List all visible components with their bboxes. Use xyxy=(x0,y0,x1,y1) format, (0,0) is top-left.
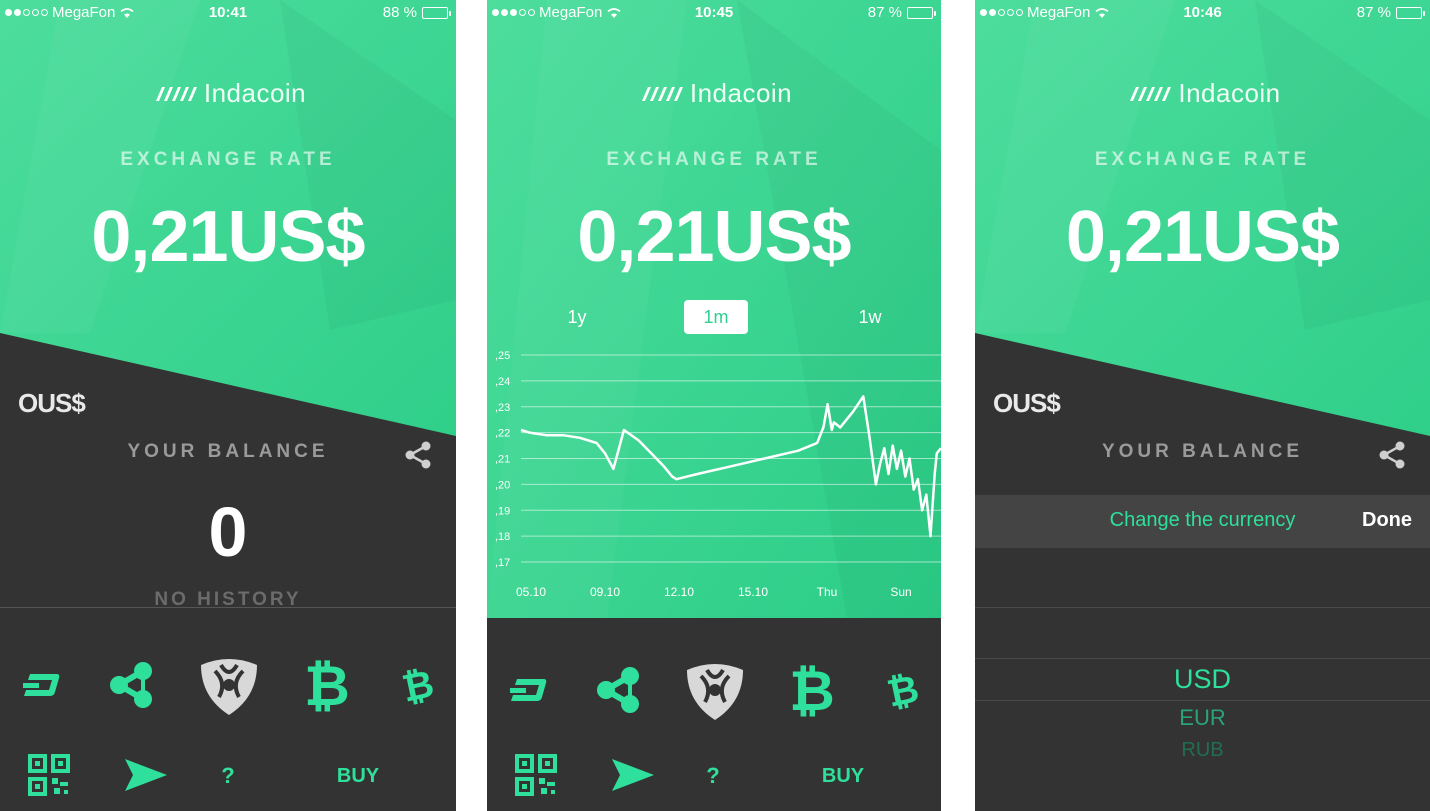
y-tick-label: ,25 xyxy=(495,350,510,362)
battery: 87 % xyxy=(1356,4,1425,21)
app-logo: Indacoin xyxy=(975,78,1430,109)
bitcoin-icon[interactable]: ₿ xyxy=(302,654,352,716)
dash-icon[interactable] xyxy=(505,665,551,715)
app-logo: Indacoin xyxy=(0,78,456,109)
x-tick-label: 12.10 xyxy=(664,585,694,599)
divider xyxy=(0,607,456,608)
battery-icon xyxy=(422,6,451,19)
buy-button[interactable]: BUY xyxy=(318,761,398,791)
y-tick-label: ,21 xyxy=(495,454,510,466)
indacoin-logo-icon xyxy=(155,86,197,101)
currency-partial-label: OUS$ xyxy=(993,388,1061,418)
y-tick-label: ,18 xyxy=(495,531,510,543)
x-tick-label: Thu xyxy=(817,585,838,599)
coin-selector: ₿ ₿ xyxy=(0,652,456,718)
exchange-rate-label: EXCHANGE RATE xyxy=(120,149,336,170)
qr-code-icon[interactable] xyxy=(26,753,72,797)
y-tick-label: ,20 xyxy=(495,479,510,491)
send-icon[interactable] xyxy=(122,757,170,793)
bitcoin-cash-icon[interactable]: ₿ xyxy=(883,669,923,713)
divider xyxy=(975,607,1430,608)
share-icon[interactable] xyxy=(404,440,432,470)
battery-percent: 87 % xyxy=(867,4,902,21)
exchange-rate-value: 0,21US$ xyxy=(577,197,851,277)
ripple-icon[interactable] xyxy=(104,658,158,712)
rate-series-line xyxy=(520,395,941,538)
coin-selector: ₿ ₿ xyxy=(487,657,941,723)
app-name: Indacoin xyxy=(203,78,307,108)
battery-icon xyxy=(1396,6,1425,19)
battery-icon xyxy=(907,6,936,19)
x-tick-label: 15.10 xyxy=(738,585,768,599)
app-logo: Indacoin xyxy=(487,78,941,109)
balance-label: YOUR BALANCE xyxy=(127,441,329,462)
ripple-icon[interactable] xyxy=(591,663,645,717)
picker-selection-line-bottom xyxy=(975,700,1430,701)
dash-icon[interactable] xyxy=(18,660,64,710)
buy-button[interactable]: BUY xyxy=(803,761,883,791)
x-tick-label: 09.10 xyxy=(590,585,620,599)
y-tick-label: ,23 xyxy=(495,402,510,414)
balance-value: 0 xyxy=(208,493,248,571)
status-bar: MegaFon 10:45 87 % xyxy=(487,0,941,24)
done-button[interactable]: Done xyxy=(1362,509,1412,532)
exchange-rate-value: 0,21US$ xyxy=(1065,197,1340,277)
svg-text:₿: ₿ xyxy=(789,660,835,720)
svg-text:₿: ₿ xyxy=(400,665,436,707)
exchange-rate-chart: ,25 ,24 ,23 ,22 ,21 ,20 ,19 ,18 ,17 05.10 09.10 12.… xyxy=(495,350,941,599)
qr-code-icon[interactable] xyxy=(513,753,559,797)
battery: 87 % xyxy=(867,4,936,21)
battery-percent: 87 % xyxy=(1356,4,1391,21)
currency-option-usd[interactable]: USD xyxy=(975,664,1430,695)
indacoin-logo-icon xyxy=(641,86,683,101)
currency-picker-toolbar: Change the currency Done xyxy=(975,495,1430,548)
exchange-rate-label: EXCHANGE RATE xyxy=(606,149,822,170)
tab-1w[interactable]: 1w xyxy=(838,300,902,334)
send-icon[interactable] xyxy=(609,757,657,793)
share-icon[interactable] xyxy=(1378,440,1406,470)
status-bar: MegaFon 10:41 88 % xyxy=(0,0,456,24)
picker-selection-line-top xyxy=(975,658,1430,659)
help-button[interactable]: ? xyxy=(693,761,733,791)
action-bar: ? BUY xyxy=(487,751,941,801)
app-name: Indacoin xyxy=(1178,78,1281,108)
x-tick-label: Sun xyxy=(890,585,911,599)
balance-label: YOUR BALANCE xyxy=(1101,441,1304,462)
help-button[interactable]: ? xyxy=(208,761,248,791)
y-tick-label: ,19 xyxy=(495,505,510,517)
x-tick-label: 05.10 xyxy=(516,585,546,599)
y-tick-label: ,17 xyxy=(495,557,510,569)
svg-text:₿: ₿ xyxy=(304,655,350,715)
currency-option-eur[interactable]: EUR xyxy=(975,705,1430,731)
screen-chart: MegaFon 10:45 87 % Indacoin EXCHANGE RAT… xyxy=(487,0,941,811)
indacoin-logo-icon xyxy=(1130,86,1172,101)
period-tabs: 1y 1m 1w xyxy=(487,300,941,334)
exchange-rate-label: EXCHANGE RATE xyxy=(1094,149,1311,170)
tab-1m[interactable]: 1m xyxy=(684,300,748,334)
bitcoin-icon[interactable]: ₿ xyxy=(787,659,837,721)
tab-1y[interactable]: 1y xyxy=(545,300,609,334)
bitcoin-cash-icon[interactable]: ₿ xyxy=(398,664,438,708)
status-bar: MegaFon 10:46 87 % xyxy=(975,0,1430,24)
currency-partial-label: OUS$ xyxy=(18,388,86,418)
svg-text:₿: ₿ xyxy=(885,670,921,712)
screen-home: MegaFon 10:41 88 % Indacoin EXCHANGE RAT… xyxy=(0,0,456,811)
battery: 88 % xyxy=(382,4,451,21)
y-tick-label: ,24 xyxy=(495,376,510,388)
exchange-rate-value: 0,21US$ xyxy=(91,197,365,277)
app-name: Indacoin xyxy=(689,78,793,108)
action-bar: ? BUY xyxy=(0,751,456,801)
battery-percent: 88 % xyxy=(382,4,417,21)
screen-currency-picker: MegaFon 10:46 87 % Indacoin EXCHANGE RAT… xyxy=(975,0,1430,811)
nem-icon[interactable] xyxy=(196,652,262,718)
currency-option-rub[interactable]: RUB xyxy=(975,739,1430,762)
nem-icon[interactable] xyxy=(682,657,748,723)
y-tick-label: ,22 xyxy=(495,428,510,440)
